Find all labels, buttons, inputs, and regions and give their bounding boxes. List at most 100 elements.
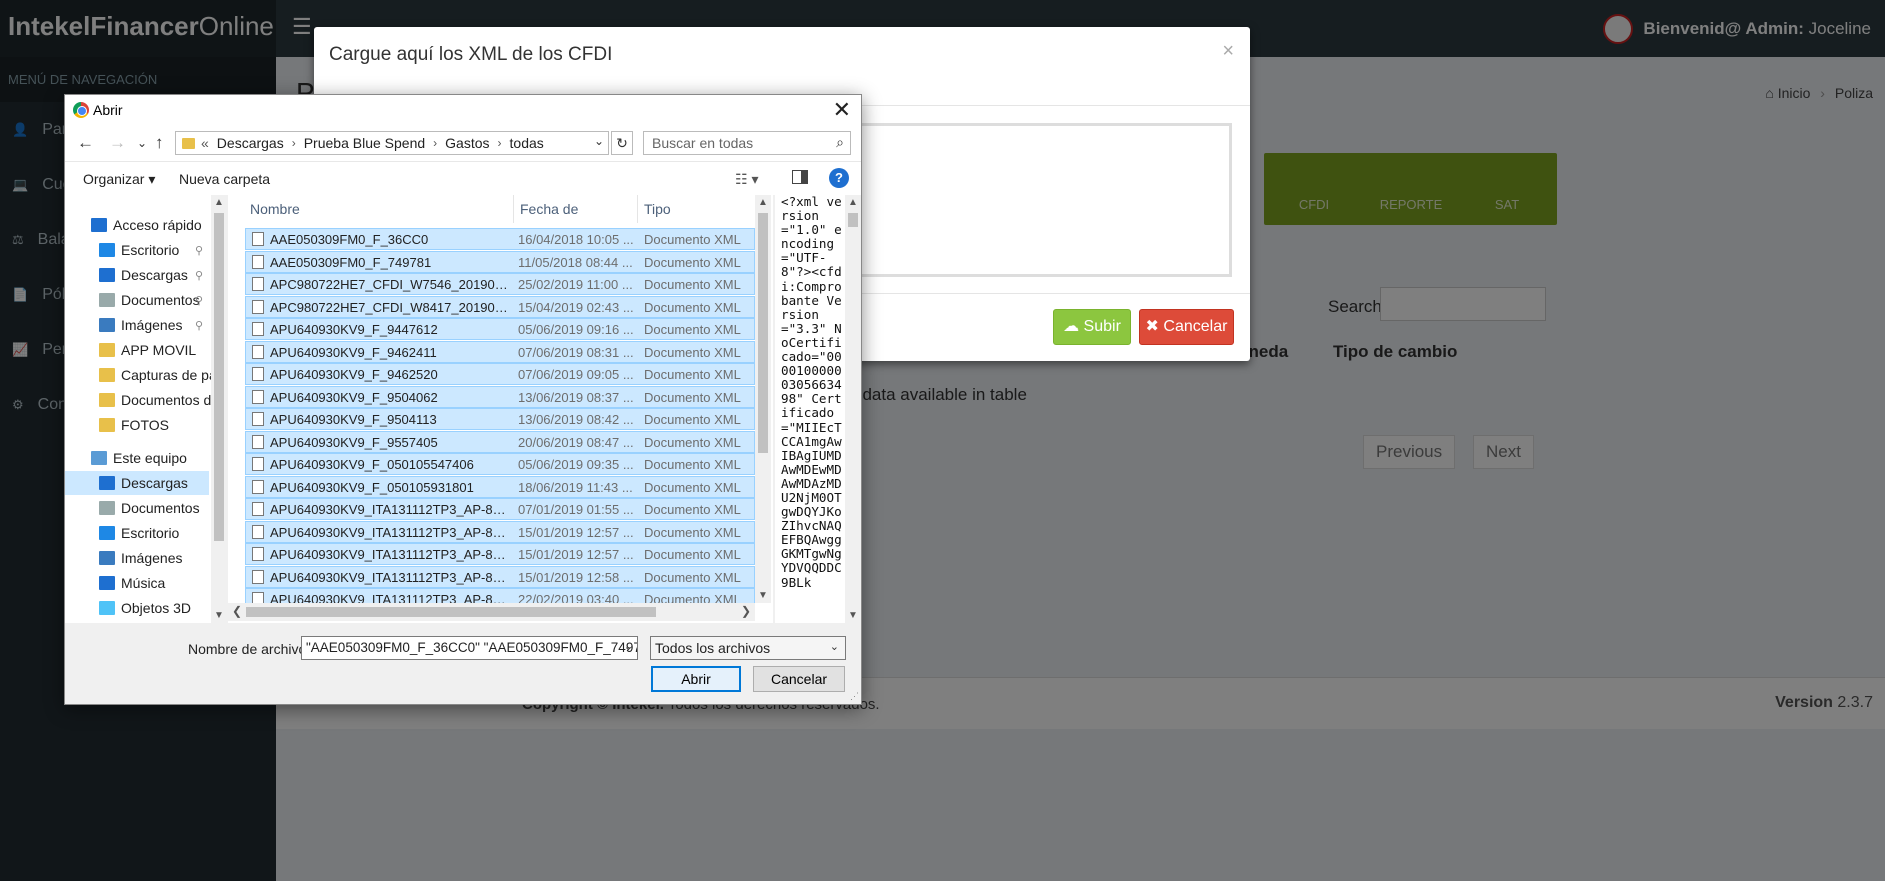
file-row[interactable]: APU640930KV9_F_9504062 13/06/2019 08:37 .… — [245, 385, 755, 408]
file-row[interactable]: APU640930KV9_ITA131112TP3_AP-83824... 15/… — [245, 520, 755, 543]
file-date: 18/06/2019 11:43 ... — [518, 479, 633, 495]
file-name: APU640930KV9_F_050105931801 — [270, 479, 474, 495]
new-folder-button[interactable]: Nueva carpeta — [179, 171, 270, 187]
view-options-icon[interactable]: ☷ ▾ — [735, 171, 758, 188]
nav-item-label: FOTOS — [121, 417, 169, 433]
nav-item-label: Escritorio — [121, 525, 180, 541]
column-tipo[interactable]: Tipo — [638, 195, 754, 223]
nav-item[interactable]: Escritorio ⚲ — [65, 238, 209, 262]
nav-item[interactable]: Este equipo — [65, 446, 209, 470]
file-list-vscroll[interactable]: ▲ ▼ — [755, 195, 771, 603]
file-row[interactable]: APU640930KV9_F_9504113 13/06/2019 08:42 .… — [245, 408, 755, 430]
document-icon — [99, 293, 115, 307]
nav-scrollbar[interactable]: ▲ ▼ — [211, 195, 227, 623]
scroll-down-icon[interactable]: ▼ — [758, 590, 768, 601]
scroll-thumb[interactable] — [848, 213, 858, 227]
path-segment[interactable]: Prueba Blue Spend — [304, 135, 425, 151]
scroll-up-icon[interactable]: ▲ — [848, 197, 858, 208]
scroll-left-icon[interactable]: ❮ — [232, 604, 242, 618]
search-input[interactable]: Buscar en todas ⌕ — [643, 131, 851, 155]
address-bar[interactable]: « Descargas › Prueba Blue Spend › Gastos › … — [175, 131, 609, 155]
recent-locations-icon[interactable]: ⌄ — [137, 136, 147, 150]
open-button[interactable]: Abrir — [651, 666, 741, 692]
resize-grip-icon[interactable]: ⋰ — [850, 691, 859, 702]
scroll-up-icon[interactable]: ▲ — [758, 197, 768, 208]
file-dropzone[interactable] — [854, 123, 1232, 277]
organize-button[interactable]: Organizar ▾ — [83, 171, 155, 188]
nav-item[interactable]: Música — [65, 571, 209, 595]
nav-item[interactable]: FOTOS — [65, 413, 209, 437]
nav-item[interactable]: APP MOVIL — [65, 338, 209, 362]
file-row[interactable]: APU640930KV9_ITA131112TP3_AP-83484... 07/… — [245, 498, 755, 520]
music-icon — [99, 576, 115, 590]
file-list-hscroll[interactable]: ❮ ❯ — [228, 603, 755, 621]
cancel-button[interactable]: Cancelar — [753, 666, 845, 692]
nav-item[interactable]: Objetos 3D — [65, 596, 209, 620]
file-type: Documento XML — [644, 457, 741, 472]
nav-item[interactable]: Escritorio — [65, 521, 209, 545]
file-row[interactable]: AAE050309FM0_F_36CC0 16/04/2018 10:05 ...… — [245, 228, 755, 250]
xml-preview-text: <?xml version="1.0" encoding="UTF-8"?><c… — [781, 195, 842, 590]
file-row[interactable]: APU640930KV9_F_050105547406 05/06/2019 09… — [245, 453, 755, 475]
file-name: APU640930KV9_F_050105547406 — [270, 457, 474, 472]
scroll-down-icon[interactable]: ▼ — [848, 610, 858, 621]
path-segment[interactable]: Descargas — [217, 135, 284, 151]
file-name: AAE050309FM0_F_36CC0 — [270, 232, 429, 247]
help-icon[interactable]: ? — [829, 168, 849, 188]
scroll-thumb[interactable] — [758, 213, 768, 453]
close-icon[interactable]: ✕ — [833, 97, 851, 123]
file-row[interactable]: APU640930KV9_F_9462520 07/06/2019 09:05 .… — [245, 363, 755, 385]
scroll-right-icon[interactable]: ❯ — [741, 604, 751, 618]
up-arrow-icon[interactable]: ↑ — [155, 133, 164, 153]
filename-input[interactable]: "AAE050309FM0_F_36CC0" "AAE050309FM0_F_7… — [301, 636, 638, 660]
file-row[interactable]: APU640930KV9_F_9462411 07/06/2019 08:31 .… — [245, 340, 755, 363]
file-name: APC980722HE7_CFDI_W8417_20190415 — [270, 299, 512, 315]
refresh-icon[interactable]: ↻ — [611, 131, 633, 155]
scroll-thumb[interactable] — [214, 213, 224, 541]
xml-file-icon — [252, 524, 264, 539]
dialog-title: Abrir — [93, 102, 123, 118]
path-segment[interactable]: todas — [510, 135, 544, 151]
upload-button[interactable]: ☁ Subir — [1053, 309, 1131, 345]
file-row[interactable]: AAE050309FM0_F_749781 11/05/2018 08:44 ..… — [245, 250, 755, 273]
nav-item[interactable]: Imágenes ⚲ — [65, 313, 209, 337]
dialog-titlebar[interactable]: Abrir ✕ — [65, 95, 861, 125]
file-row[interactable]: APU640930KV9_F_9557405 20/06/2019 08:47 .… — [245, 430, 755, 453]
path-segment[interactable]: Gastos — [445, 135, 489, 151]
preview-pane-icon[interactable] — [792, 170, 808, 184]
cancel-button[interactable]: ✖ Cancelar — [1139, 309, 1234, 345]
scroll-thumb[interactable] — [246, 607, 656, 617]
file-type: Documento XML — [644, 412, 741, 427]
file-row[interactable]: APC980722HE7_CFDI_W7546_20190225 25/02/20… — [245, 273, 755, 295]
nav-item[interactable]: Capturas de pan — [65, 363, 225, 387]
file-name: AAE050309FM0_F_749781 — [270, 254, 432, 270]
file-date: 13/06/2019 08:37 ... — [518, 389, 634, 405]
nav-item[interactable]: Descargas — [65, 471, 209, 495]
cube-icon — [99, 601, 115, 615]
column-fecha[interactable]: Fecha de modifica... — [514, 195, 638, 245]
close-icon[interactable]: × — [1222, 40, 1234, 63]
nav-item[interactable]: Documentos — [65, 496, 209, 520]
chevron-down-icon[interactable]: ⌄ — [624, 640, 633, 653]
scroll-down-icon[interactable]: ▼ — [214, 610, 224, 621]
file-row[interactable]: APC980722HE7_CFDI_W8417_20190415 15/04/20… — [245, 295, 755, 318]
file-row[interactable]: APU640930KV9_F_9447612 05/06/2019 09:16 .… — [245, 318, 755, 340]
nav-item[interactable]: Documentos de — [65, 388, 219, 412]
nav-item-label: Capturas de pan — [121, 367, 225, 383]
filetype-select[interactable]: Todos los archivos ⌄ — [650, 636, 846, 660]
nav-item-label: Acceso rápido — [113, 217, 202, 233]
chevron-down-icon[interactable]: ⌄ — [594, 134, 604, 148]
xml-file-icon — [252, 322, 264, 336]
file-row[interactable]: APU640930KV9_ITA131112TP3_AP-83824... 15/… — [245, 543, 755, 565]
nav-item[interactable]: Documentos ⚲ — [65, 288, 209, 312]
forward-arrow-icon[interactable]: → — [109, 133, 126, 153]
scroll-up-icon[interactable]: ▲ — [214, 197, 224, 208]
preview-scrollbar[interactable]: ▲ ▼ — [845, 195, 861, 623]
file-row[interactable]: APU640930KV9_F_050105931801 18/06/2019 11… — [245, 475, 755, 498]
nav-item[interactable]: Acceso rápido — [65, 213, 209, 237]
file-row[interactable]: APU640930KV9_ITA131112TP3_AP-83825... 15/… — [245, 565, 755, 588]
back-arrow-icon[interactable]: ← — [77, 133, 94, 153]
nav-item[interactable]: Descargas ⚲ — [65, 263, 209, 287]
nav-item[interactable]: Imágenes — [65, 546, 209, 570]
nav-item-label: Música — [121, 575, 166, 591]
